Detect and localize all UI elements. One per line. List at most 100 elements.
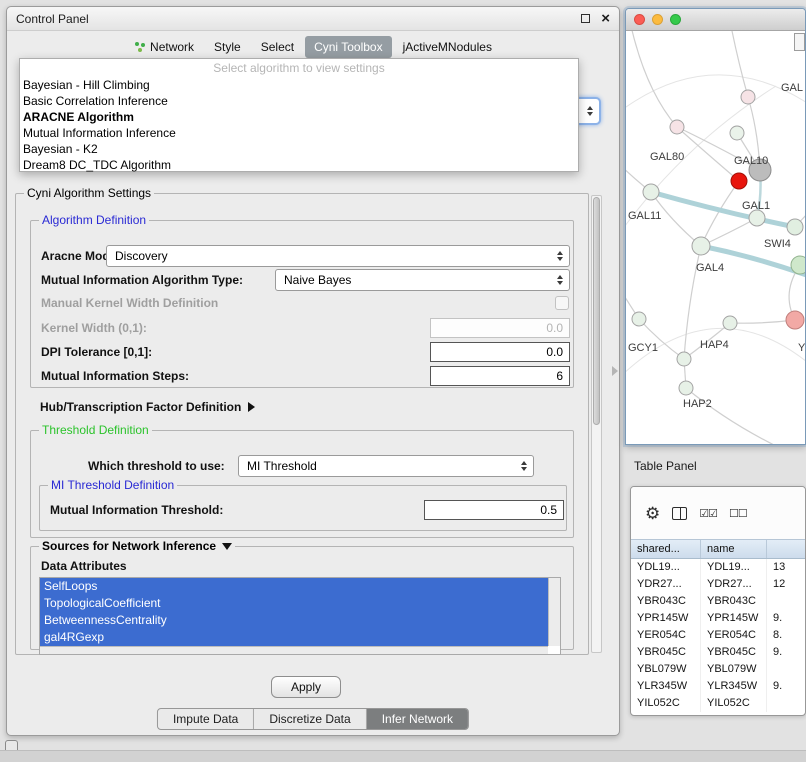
hub-section-toggle[interactable]: Hub/Transcription Factor Definition (40, 400, 255, 414)
network-edge[interactable] (686, 388, 776, 445)
network-edge[interactable] (626, 75, 805, 116)
network-node-hap4[interactable] (677, 352, 691, 366)
network-canvas[interactable]: GALGAL80GAL10GAL1GAL11SWI4GAL4GCY1HAP4YH… (626, 31, 805, 444)
column-header-extra[interactable] (767, 540, 806, 558)
mi-steps-field[interactable]: 6 (430, 366, 570, 386)
network-node-pink-node[interactable] (786, 311, 804, 329)
which-threshold-select[interactable]: MI Threshold (238, 455, 534, 477)
dropdown-placeholder: Select algorithm to view settings (20, 59, 578, 77)
dropdown-option-bayesian-hill-climbing[interactable]: Bayesian - Hill Climbing (20, 77, 578, 93)
network-node-gcy1[interactable] (632, 312, 646, 326)
panel-splitter-handle[interactable] (612, 366, 618, 376)
network-node-green-node[interactable] (791, 256, 805, 274)
sources-title: Sources for Network Inference (42, 539, 216, 553)
gear-icon[interactable]: ⚙ (645, 505, 660, 522)
table-cell: YDR27... (701, 576, 767, 593)
network-node-gal80[interactable] (670, 120, 684, 134)
select-all-icon[interactable]: ☑☑ (699, 507, 717, 520)
table-row[interactable]: YDR27...YDR27...12 (631, 576, 805, 593)
table-row[interactable]: YDL19...YDL19...13 (631, 559, 805, 576)
mi-type-select[interactable]: Naive Bayes (275, 269, 570, 291)
table-cell: YLR345W (631, 678, 701, 695)
float-window-icon[interactable] (581, 14, 590, 23)
table-row[interactable]: YPR145WYPR145W9. (631, 610, 805, 627)
network-node-gal11[interactable] (643, 184, 659, 200)
tab-style[interactable]: Style (205, 36, 250, 58)
kernel-width-field[interactable]: 0.0 (430, 318, 570, 338)
settings-scrollbar[interactable] (591, 195, 602, 653)
combobox-arrows-icon (557, 251, 563, 261)
network-node-node-b[interactable] (730, 126, 744, 140)
table-row[interactable]: YER054CYER054C8. (631, 627, 805, 644)
network-node-gal4[interactable] (692, 237, 710, 255)
tab-cyni-toolbox[interactable]: Cyni Toolbox (305, 36, 391, 58)
attribute-list-vscrollbar[interactable] (548, 578, 560, 646)
node-label-gal: GAL (781, 82, 803, 94)
attribute-list-hscrollbar[interactable] (40, 646, 548, 654)
dropdown-option-basic-correlation-inference[interactable]: Basic Correlation Inference (20, 93, 578, 109)
minimize-traffic-light-icon[interactable] (652, 14, 663, 25)
tab-impute-data[interactable]: Impute Data (158, 709, 254, 729)
collapse-down-icon (222, 543, 232, 550)
tab-network[interactable]: Network (125, 36, 203, 58)
table-cell: YDL19... (701, 559, 767, 576)
network-edge[interactable] (631, 31, 677, 127)
table-row[interactable]: YLR345WYLR345W9. (631, 678, 805, 695)
network-node-red-node[interactable] (731, 173, 747, 189)
settings-scrollbar-thumb[interactable] (593, 197, 600, 425)
columns-icon[interactable] (672, 507, 687, 520)
network-scroll-corner[interactable] (794, 33, 805, 51)
table-cell: YLR345W (701, 678, 767, 695)
network-node-hap2[interactable] (679, 381, 693, 395)
attribute-item-betweennesscentrality[interactable]: BetweennessCentrality (40, 612, 548, 629)
close-traffic-light-icon[interactable] (634, 14, 645, 25)
sources-title-toggle[interactable]: Sources for Network Inference (39, 539, 235, 553)
network-edge[interactable] (730, 320, 795, 323)
network-edge[interactable] (651, 192, 795, 227)
node-label-hap2: HAP2 (683, 398, 712, 410)
table-row[interactable]: YBL079WYBL079W (631, 661, 805, 678)
dropdown-option-bayesian-k2[interactable]: Bayesian - K2 (20, 141, 578, 157)
zoom-traffic-light-icon[interactable] (670, 14, 681, 25)
network-window-titlebar[interactable] (626, 9, 805, 31)
tab-jactivemnodules[interactable]: jActiveMNodules (394, 36, 501, 58)
table-cell: YPR145W (701, 610, 767, 627)
attribute-item-topologicalcoefficient[interactable]: TopologicalCoefficient (40, 595, 548, 612)
mi-threshold-field[interactable]: 0.5 (424, 500, 564, 520)
attribute-item-selfloops[interactable]: SelfLoops (40, 578, 548, 595)
aracne-mode-select[interactable]: Discovery (106, 245, 570, 267)
dropdown-option-aracne-algorithm[interactable]: ARACNE Algorithm (20, 109, 578, 125)
dropdown-option-mutual-information-inference[interactable]: Mutual Information Inference (20, 125, 578, 141)
tab-select[interactable]: Select (252, 36, 303, 58)
tab-infer-network[interactable]: Infer Network (367, 709, 468, 729)
node-label-gal10: GAL10 (734, 155, 768, 167)
attribute-item-gal4rgexp[interactable]: gal4RGexp (40, 629, 548, 646)
network-edge[interactable] (731, 31, 748, 97)
table-cell: YER054C (631, 627, 701, 644)
table-header: shared...name (631, 539, 805, 559)
table-cell: 9. (767, 610, 806, 627)
data-attributes-label: Data Attributes (41, 559, 127, 573)
dropdown-option-dream8-dc-tdc-algorithm[interactable]: Dream8 DC_TDC Algorithm (20, 157, 578, 173)
data-attributes-list[interactable]: SelfLoopsTopologicalCoefficientBetweenne… (39, 577, 561, 655)
table-row[interactable]: YIL052CYIL052C (631, 695, 805, 712)
network-node-swi4[interactable] (787, 219, 803, 235)
network-node-node-c[interactable] (723, 316, 737, 330)
close-icon[interactable]: × (601, 14, 610, 24)
network-graph[interactable]: GALGAL80GAL10GAL1GAL11SWI4GAL4GCY1HAP4YH… (626, 31, 805, 445)
table-cell: YIL052C (631, 695, 701, 712)
cyni-algorithm-settings-group: Cyni Algorithm Settings Algorithm Defini… (15, 193, 589, 655)
table-row[interactable]: YBR045CYBR045C9. (631, 644, 805, 661)
network-node-gal1[interactable] (749, 210, 765, 226)
column-header-name[interactable]: name (701, 540, 767, 558)
column-header-shared[interactable]: shared... (631, 540, 701, 558)
apply-button[interactable]: Apply (271, 676, 341, 698)
dpi-tolerance-field[interactable]: 0.0 (430, 342, 570, 362)
tab-label: Style (214, 40, 241, 54)
network-node-node-a[interactable] (741, 90, 755, 104)
mi-threshold-label: Mutual Information Threshold: (50, 503, 223, 517)
deselect-all-icon[interactable]: ☐☐ (729, 507, 747, 520)
tab-discretize-data[interactable]: Discretize Data (254, 709, 366, 729)
table-row[interactable]: YBR043CYBR043C (631, 593, 805, 610)
manual-kernel-checkbox[interactable] (555, 296, 569, 310)
